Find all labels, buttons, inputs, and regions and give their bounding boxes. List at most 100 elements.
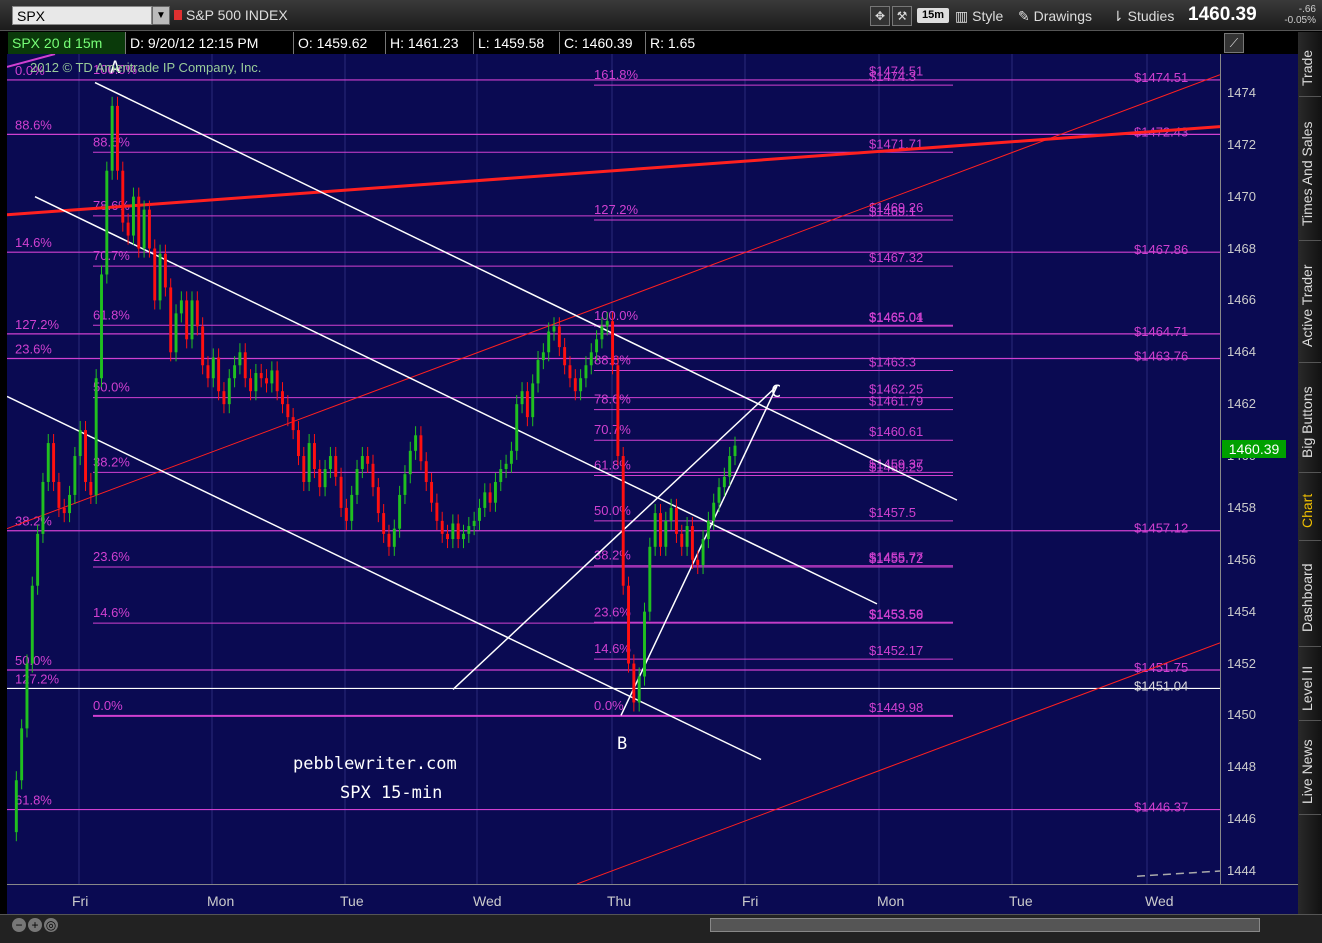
candle-body bbox=[297, 430, 300, 457]
tab-active-trader[interactable]: Active Trader bbox=[1299, 250, 1321, 363]
candle-body bbox=[717, 487, 721, 503]
symbol-input[interactable]: SPX bbox=[12, 6, 152, 25]
day-tick-label: Thu bbox=[607, 893, 632, 909]
day-tick-label: Mon bbox=[207, 893, 235, 909]
candle-body bbox=[414, 435, 418, 451]
fib-mid-label: 50.0% bbox=[93, 380, 130, 395]
candle-body bbox=[509, 450, 513, 464]
price-right-label: $1464.71 bbox=[1134, 324, 1188, 339]
candle-body bbox=[653, 513, 657, 547]
studies-button[interactable]: ⇂ Studies bbox=[1112, 6, 1174, 26]
candle-body bbox=[579, 378, 583, 392]
fib-set3-label: 78.6% bbox=[594, 392, 631, 407]
candle-body bbox=[94, 378, 98, 495]
price-tick-label: 1454 bbox=[1227, 603, 1256, 619]
fib-set3-label: 100.0% bbox=[594, 308, 639, 323]
fib-mid-label: 14.6% bbox=[93, 605, 130, 620]
candle-body bbox=[680, 533, 684, 547]
info-close: C: 1460.39 bbox=[560, 32, 646, 54]
tab-dashboard[interactable]: Dashboard bbox=[1299, 550, 1321, 647]
candle-body bbox=[408, 450, 412, 475]
candle-body bbox=[249, 378, 253, 392]
candle-body bbox=[616, 365, 620, 457]
wrench-icon[interactable]: ⚒ bbox=[892, 6, 912, 26]
fib-left-label: 14.6% bbox=[15, 235, 52, 250]
info-high: H: 1461.23 bbox=[386, 32, 474, 54]
candle-body bbox=[312, 443, 316, 469]
candle-body bbox=[605, 321, 609, 327]
tab-live-news[interactable]: Live News bbox=[1299, 730, 1321, 815]
day-tick-label: Mon bbox=[877, 893, 905, 909]
candle-body bbox=[73, 456, 77, 495]
day-tick-label: Wed bbox=[1145, 893, 1174, 909]
candle-body bbox=[62, 507, 66, 514]
price-mid-label: $1457.5 bbox=[869, 505, 916, 520]
candle-body bbox=[504, 463, 508, 469]
fib-set3-label: 23.6% bbox=[594, 604, 631, 619]
candle-body bbox=[174, 313, 178, 353]
price-change: -.66 -0.05% bbox=[1266, 4, 1316, 26]
trend-line bbox=[576, 642, 1221, 885]
price-axis[interactable]: 1444144614481450145214541456145814601462… bbox=[1220, 54, 1299, 884]
fib-left-label: 23.6% bbox=[15, 342, 52, 357]
time-axis[interactable]: Fri Mon Tue Wed Thu Fri Mon Tue Wed bbox=[7, 884, 1298, 915]
tab-level-ii[interactable]: Level II bbox=[1299, 656, 1321, 721]
candle-body bbox=[674, 507, 678, 534]
candle-body bbox=[456, 523, 460, 540]
tab-chart[interactable]: Chart bbox=[1299, 482, 1321, 541]
candle-body bbox=[690, 526, 694, 560]
series-label[interactable]: SPX 20 d 15m bbox=[8, 32, 126, 54]
candle-body bbox=[499, 469, 503, 482]
chart-scrollbar[interactable] bbox=[710, 918, 1260, 932]
candle-body bbox=[552, 326, 556, 332]
candle-body bbox=[254, 373, 258, 392]
day-tick-label: Fri bbox=[742, 893, 759, 909]
candle-body bbox=[557, 326, 561, 348]
candle-body bbox=[158, 253, 162, 301]
timeframe-badge[interactable]: 15m bbox=[917, 8, 949, 23]
candle-body bbox=[323, 469, 327, 488]
top-toolbar: SPX ▼ S&P 500 INDEX ✥ ⚒ 15m ▥ Style ✎ Dr… bbox=[0, 0, 1322, 31]
zoom-reset-icon[interactable]: ◎ bbox=[44, 918, 58, 932]
symbol-dropdown-button[interactable]: ▼ bbox=[152, 6, 170, 25]
chart-plot-area[interactable]: 0.0%$1474.5188.6%$1472.4314.6%$1467.8612… bbox=[6, 53, 1221, 885]
candle-body bbox=[568, 365, 572, 379]
fib-set3-label: 50.0% bbox=[594, 503, 631, 518]
price-mid-label: $1474.3 bbox=[869, 69, 916, 84]
tab-trade[interactable]: Trade bbox=[1299, 40, 1321, 97]
style-button[interactable]: ▥ Style bbox=[955, 6, 1003, 26]
candle-body bbox=[472, 520, 476, 527]
candle-body bbox=[403, 474, 407, 495]
price-right-label: $1451.04 bbox=[1134, 678, 1188, 693]
candle-body bbox=[116, 105, 119, 171]
chart-settings-icon[interactable]: ⟋ bbox=[1224, 33, 1244, 53]
zoom-out-icon[interactable]: − bbox=[12, 918, 26, 932]
tab-times-and-sales[interactable]: Times And Sales bbox=[1299, 108, 1321, 241]
candle-body bbox=[600, 326, 604, 340]
price-tick-label: 1450 bbox=[1227, 707, 1256, 723]
crosshair-icon[interactable]: ✥ bbox=[870, 6, 890, 26]
candle-body bbox=[360, 456, 364, 469]
candle-body bbox=[627, 585, 630, 664]
candle-body bbox=[217, 357, 221, 392]
info-date: D: 9/20/12 12:15 PM bbox=[126, 32, 294, 54]
price-mid-label: $1467.32 bbox=[869, 250, 923, 265]
last-price: 1460.39 bbox=[1188, 4, 1257, 25]
price-tick-label: 1472 bbox=[1227, 136, 1256, 152]
candle-body bbox=[595, 339, 599, 353]
candle-body bbox=[621, 456, 625, 586]
candle-body bbox=[126, 222, 130, 236]
candle-body bbox=[195, 300, 199, 327]
zoom-in-icon[interactable]: + bbox=[28, 918, 42, 932]
price-tick-label: 1470 bbox=[1227, 188, 1256, 204]
drawings-button[interactable]: ✎ Drawings bbox=[1018, 6, 1092, 26]
current-price-marker: 1460.39 bbox=[1222, 440, 1286, 458]
info-open: O: 1459.62 bbox=[294, 32, 386, 54]
price-right-label: $1467.86 bbox=[1134, 242, 1188, 257]
candle-body bbox=[706, 520, 710, 540]
candle-body bbox=[206, 365, 210, 379]
tab-big-buttons[interactable]: Big Buttons bbox=[1299, 372, 1321, 473]
candle-body bbox=[105, 170, 109, 275]
chart-info-bar: SPX 20 d 15m D: 9/20/12 12:15 PM O: 1459… bbox=[8, 32, 1220, 54]
price-mid-label: $1463.3 bbox=[869, 354, 916, 369]
